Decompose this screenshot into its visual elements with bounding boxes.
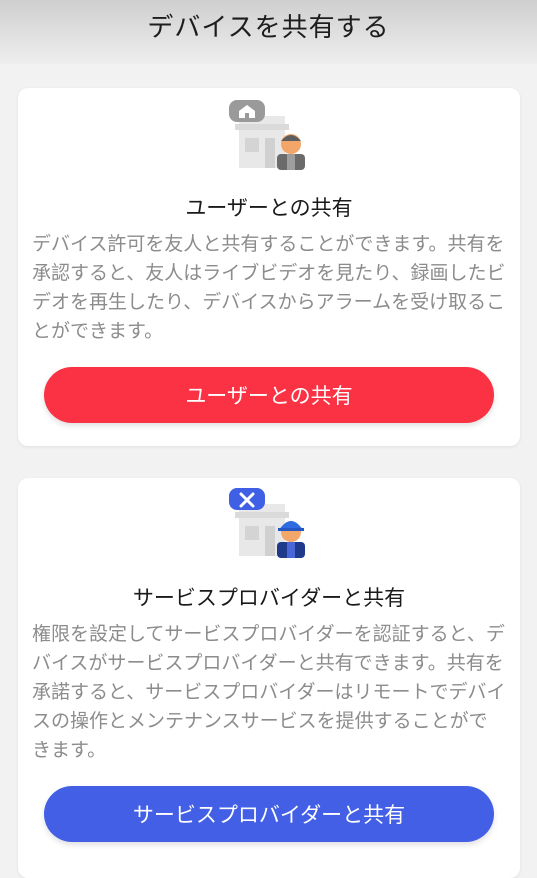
user-share-illustration	[229, 100, 305, 170]
share-with-provider-description: 権限を設定してサービスプロバイダーを認証すると、デバイスがサービスプロバイダーと…	[32, 623, 506, 761]
share-with-provider-title: サービスプロバイダーと共有	[132, 586, 406, 610]
share-with-user-card: ユーザーとの共有 デバイス許可を友人と共有することができます。共有を承認すると、…	[18, 88, 520, 446]
share-with-provider-card: サービスプロバイダーと共有 権限を設定してサービスプロバイダーを認証すると、デバ…	[18, 478, 520, 878]
page-title: デバイスを共有する	[147, 12, 390, 43]
provider-share-illustration	[229, 488, 305, 558]
home-icon	[229, 100, 265, 122]
share-with-provider-button[interactable]: サービスプロバイダーと共有	[44, 786, 494, 842]
share-with-user-title: ユーザーとの共有	[185, 196, 353, 220]
header: デバイスを共有する	[0, 0, 537, 64]
share-with-user-button[interactable]: ユーザーとの共有	[44, 367, 494, 423]
tools-icon	[229, 488, 265, 510]
share-with-user-description: デバイス許可を友人と共有することができます。共有を承認すると、友人はライブビデオ…	[32, 233, 506, 342]
